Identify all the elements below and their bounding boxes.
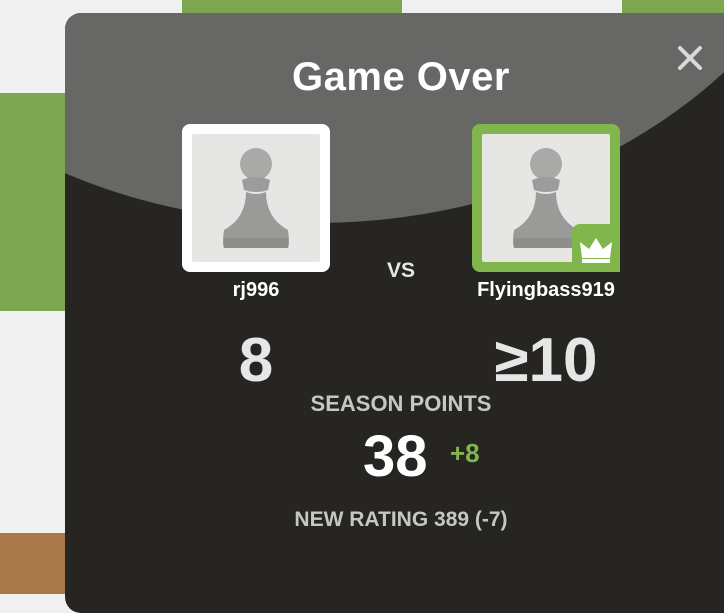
new-rating-text: NEW RATING 389 (-7) bbox=[294, 508, 508, 531]
player-score-right: ≥10 bbox=[494, 326, 598, 395]
board-square-dark bbox=[622, 0, 724, 14]
modal-header-bg bbox=[65, 13, 724, 223]
player-avatar-right[interactable] bbox=[472, 124, 620, 272]
season-points-value: 38 bbox=[363, 424, 428, 489]
pawn-icon bbox=[223, 148, 289, 248]
season-points-delta: +8 bbox=[450, 438, 480, 468]
crown-icon bbox=[580, 238, 612, 263]
player-avatar-left[interactable] bbox=[182, 124, 330, 272]
board-square-dark bbox=[0, 93, 65, 311]
player-score-left: 8 bbox=[238, 326, 274, 395]
season-points-label: SEASON POINTS bbox=[310, 391, 492, 416]
avatar-background bbox=[192, 134, 320, 262]
player-name-left[interactable]: rj996 bbox=[182, 279, 330, 302]
vs-label: VS bbox=[386, 259, 415, 282]
player-name-right[interactable]: Flyingbass919 bbox=[436, 279, 656, 302]
board-square-dark bbox=[182, 0, 402, 14]
close-button[interactable] bbox=[675, 43, 705, 73]
modal-title: Game Over bbox=[292, 55, 510, 99]
close-icon bbox=[678, 46, 702, 70]
winner-badge bbox=[572, 224, 620, 272]
board-square-brown bbox=[0, 533, 65, 594]
game-over-modal: Game Over rj996 VS Flyingbass919 8 ≥10 S… bbox=[65, 13, 724, 613]
